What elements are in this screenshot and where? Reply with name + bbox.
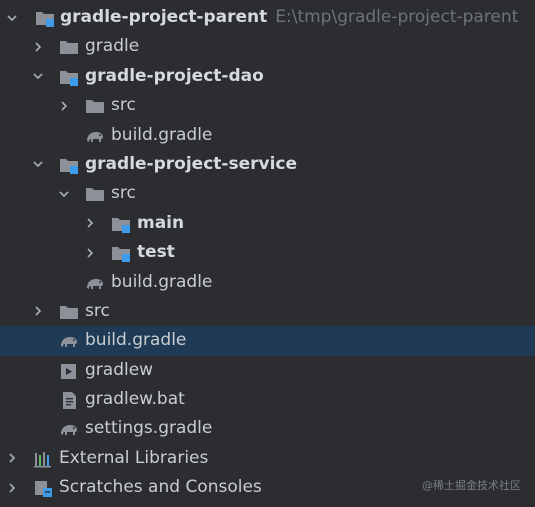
- library-icon: [32, 449, 54, 469]
- tree-item-dao[interactable]: gradle-project-dao: [0, 62, 535, 91]
- folder-icon: [58, 302, 80, 322]
- module-folder-icon: [34, 8, 56, 28]
- module-folder-icon: [110, 243, 132, 263]
- tree-item-external-libraries[interactable]: External Libraries: [0, 444, 535, 473]
- module-folder-icon: [58, 155, 80, 175]
- chevron-right-icon[interactable]: [83, 238, 97, 267]
- gradle-elephant-icon: [84, 273, 106, 293]
- chevron-down-icon[interactable]: [31, 62, 45, 91]
- tree-item-gradle[interactable]: gradle: [0, 32, 535, 61]
- project-path: E:\tmp\gradle-project-parent: [275, 7, 519, 27]
- tree-item-label: settings.gradle: [85, 418, 213, 439]
- watermark: @稀土掘金技术社区: [422, 479, 521, 492]
- tree-item-test[interactable]: test: [0, 238, 535, 267]
- tree-item-settings-gradle[interactable]: settings.gradle: [0, 414, 535, 443]
- folder-icon: [84, 96, 106, 116]
- tree-item-service-src[interactable]: src: [0, 179, 535, 208]
- tree-item-label: External Libraries: [59, 447, 209, 468]
- gradle-elephant-icon: [84, 126, 106, 146]
- tree-item-gradlew[interactable]: gradlew: [0, 356, 535, 385]
- tree-item-root-build-gradle[interactable]: build.gradle: [0, 326, 535, 356]
- tree-item-main[interactable]: main: [0, 209, 535, 238]
- scratches-icon: [32, 478, 54, 498]
- tree-item-label: src: [111, 183, 136, 204]
- chevron-right-icon[interactable]: [5, 444, 19, 473]
- chevron-right-icon[interactable]: [57, 91, 71, 120]
- tree-item-label: gradlew.bat: [85, 389, 185, 410]
- tree-item-label: build.gradle: [111, 124, 213, 145]
- module-folder-icon: [58, 67, 80, 87]
- tree-item-service[interactable]: gradle-project-service: [0, 150, 535, 179]
- tree-item-label: Scratches and Consoles: [59, 477, 262, 498]
- tree-item-label: gradle-project-dao: [85, 65, 264, 86]
- chevron-right-icon[interactable]: [83, 209, 97, 238]
- tree-item-label: main: [137, 212, 185, 233]
- project-tree: gradle-project-parent E:\tmp\gradle-proje…: [0, 3, 535, 503]
- chevron-right-icon[interactable]: [31, 297, 45, 326]
- folder-icon: [58, 37, 80, 57]
- tree-item-root[interactable]: gradle-project-parent E:\tmp\gradle-proje…: [0, 3, 535, 32]
- gradle-elephant-icon: [58, 419, 80, 439]
- chevron-right-icon[interactable]: [31, 32, 45, 61]
- tree-item-label: src: [111, 95, 136, 116]
- chevron-down-icon[interactable]: [5, 3, 19, 32]
- module-folder-icon: [110, 214, 132, 234]
- tree-item-dao-build-gradle[interactable]: build.gradle: [0, 121, 535, 150]
- tree-item-label: gradlew: [85, 359, 154, 380]
- chevron-down-icon[interactable]: [57, 179, 71, 208]
- gradle-elephant-icon: [58, 331, 80, 351]
- tree-item-service-build-gradle[interactable]: build.gradle: [0, 268, 535, 297]
- tree-item-gradlew-bat[interactable]: gradlew.bat: [0, 385, 535, 414]
- executable-file-icon: [58, 361, 80, 381]
- tree-item-label: gradle-project-service: [85, 153, 298, 174]
- tree-item-label: gradle-project-parent: [60, 7, 268, 27]
- chevron-right-icon[interactable]: [5, 473, 19, 502]
- chevron-down-icon[interactable]: [31, 150, 45, 179]
- tree-item-label: test: [137, 242, 175, 263]
- tree-item-label: gradle: [85, 36, 140, 57]
- folder-icon: [84, 184, 106, 204]
- tree-item-label: src: [85, 300, 110, 321]
- batch-file-icon: [58, 390, 80, 410]
- tree-item-dao-src[interactable]: src: [0, 91, 535, 120]
- tree-item-root-src[interactable]: src: [0, 297, 535, 326]
- tree-item-label: build.gradle: [111, 271, 213, 292]
- tree-item-label: build.gradle: [85, 330, 187, 351]
